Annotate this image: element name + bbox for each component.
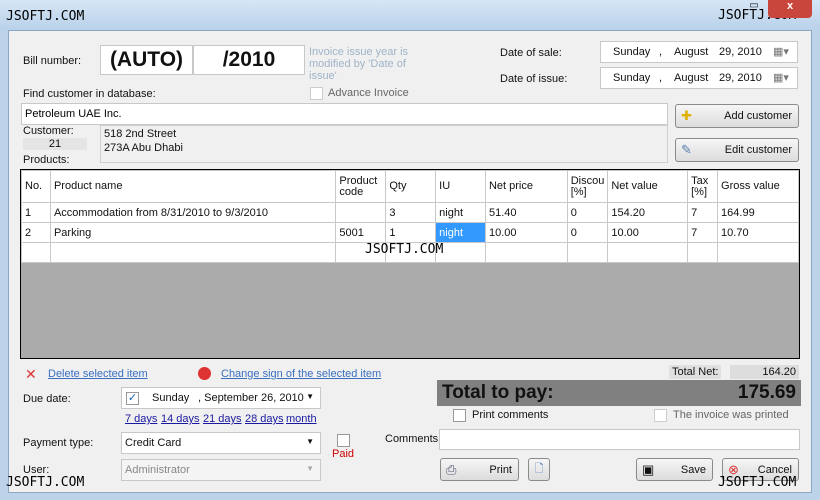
chevron-down-icon: ▼ <box>306 464 314 473</box>
table-cell[interactable]: 1 <box>21 202 51 223</box>
table-cell[interactable] <box>49 242 337 263</box>
comments-input[interactable] <box>439 429 800 450</box>
table-cell[interactable]: 7 <box>687 222 719 243</box>
edit-customer-button[interactable]: ✎ Edit customer <box>675 138 799 162</box>
table-cell[interactable] <box>607 242 689 263</box>
watermark: JSOFTJ.COM <box>6 475 85 490</box>
date-of-sale-label: Date of sale: <box>500 47 562 59</box>
find-customer-label: Find customer in database: <box>23 88 156 100</box>
customer-search-input[interactable] <box>21 103 668 125</box>
chevron-down-icon[interactable]: ▼ <box>306 392 314 401</box>
print-button[interactable]: ⎙ Print <box>440 458 519 481</box>
print-comments-label: Print comments <box>472 409 549 421</box>
table-cell[interactable]: 2 <box>21 222 51 243</box>
table-cell[interactable] <box>484 242 568 263</box>
watermark: JSOFTJ.COM <box>718 475 797 490</box>
table-cell[interactable]: Parking <box>49 222 337 243</box>
table-cell[interactable]: 154.20 <box>607 202 689 223</box>
quick-month[interactable]: month <box>286 413 317 425</box>
quick-7-days[interactable]: 7 days <box>125 413 157 425</box>
table-row[interactable]: 2 Parking 5001 1 night 10.00 0 10.00 7 10.70 <box>21 222 799 243</box>
table-cell[interactable]: Accommodation from 8/31/2010 to 9/3/2010 <box>49 202 337 223</box>
calendar-icon[interactable]: ▦▾ <box>773 45 789 58</box>
quick-21-days[interactable]: 21 days <box>203 413 242 425</box>
table-cell[interactable]: 0 <box>566 222 609 243</box>
table-cell[interactable] <box>566 242 609 263</box>
date-of-issue-picker[interactable]: Sunday , August 29, 2010 ▦▾ <box>600 67 798 89</box>
table-cell[interactable]: 10.00 <box>607 222 689 243</box>
paid-checkbox[interactable] <box>337 434 350 447</box>
table-cell[interactable]: 3 <box>385 202 437 223</box>
title-bar <box>0 0 820 30</box>
printer-icon: ⎙ <box>446 462 457 477</box>
watermark: JSOFTJ.COM <box>365 242 444 257</box>
change-sign-link[interactable]: Change sign of the selected item <box>221 368 381 380</box>
floppy-icon: ▣ <box>642 462 655 477</box>
invoice-printed-checkbox[interactable] <box>654 409 667 422</box>
table-cell[interactable] <box>21 242 51 263</box>
table-cell[interactable]: night <box>435 222 486 243</box>
user-select: Administrator ▼ <box>121 459 321 481</box>
print-comments-checkbox[interactable] <box>453 409 466 422</box>
maximize-button[interactable]: ▭ <box>740 0 768 18</box>
minimize-button[interactable] <box>712 0 740 18</box>
payment-type-label: Payment type: <box>23 437 94 449</box>
table-cell[interactable]: 10.70 <box>717 222 799 243</box>
table-cell[interactable]: night <box>435 202 486 223</box>
plus-icon: ✚ <box>681 108 692 123</box>
chevron-down-icon: ▼ <box>306 437 314 446</box>
table-cell[interactable]: 164.99 <box>717 202 799 223</box>
quick-28-days[interactable]: 28 days <box>245 413 284 425</box>
save-button[interactable]: ▣ Save <box>636 458 713 481</box>
date-of-issue-label: Date of issue: <box>500 73 568 85</box>
table-row[interactable]: 1 Accommodation from 8/31/2010 to 9/3/201… <box>21 202 799 223</box>
add-customer-button[interactable]: ✚ Add customer <box>675 104 799 128</box>
payment-type-select[interactable]: Credit Card ▼ <box>121 432 321 454</box>
customer-address: 518 2nd Street 273A Abu Dhabi <box>100 125 668 163</box>
edit-icon: ✎ <box>681 142 692 157</box>
due-date-checkbox[interactable]: ✓ <box>126 392 139 405</box>
products-label: Products: <box>23 154 70 166</box>
bill-number-field[interactable]: (AUTO) <box>100 45 193 75</box>
print-preview-button[interactable]: 🗋 <box>528 458 550 481</box>
total-net-label: Total Net: <box>669 365 722 379</box>
due-date-label: Due date: <box>23 393 71 405</box>
bill-number-label: Bill number: <box>23 55 82 67</box>
invoice-printed-label: The invoice was printed <box>673 409 789 421</box>
table-cell[interactable]: 7 <box>687 202 719 223</box>
table-cell[interactable]: 0 <box>566 202 609 223</box>
calendar-icon[interactable]: ▦▾ <box>773 71 789 84</box>
table-cell[interactable] <box>717 242 799 263</box>
delete-icon: ✕ <box>25 366 37 382</box>
comments-label: Comments: <box>385 433 442 445</box>
delete-selected-item-link[interactable]: Delete selected item <box>48 368 148 380</box>
table-cell[interactable] <box>335 202 387 223</box>
advance-invoice-label: Advance Invoice <box>328 87 409 99</box>
table-cell[interactable]: 51.40 <box>484 202 568 223</box>
change-sign-icon <box>198 367 211 380</box>
table-cell[interactable] <box>687 242 719 263</box>
paid-label: Paid <box>332 448 355 460</box>
advance-invoice-checkbox[interactable] <box>310 87 323 100</box>
total-to-pay-panel: Total to pay: 175.69 <box>437 380 801 406</box>
close-button[interactable]: x <box>768 0 812 18</box>
year-note: Invoice issue year is modified by 'Date … <box>309 46 409 82</box>
date-of-sale-picker[interactable]: Sunday , August 29, 2010 ▦▾ <box>600 41 798 63</box>
preview-icon: 🗋 <box>534 463 544 475</box>
total-net-value: 164.20 <box>730 365 799 379</box>
watermark: JSOFTJ.COM <box>6 9 85 24</box>
customer-id: 21 <box>23 138 87 150</box>
table-cell[interactable]: 1 <box>385 222 437 243</box>
due-date-picker[interactable]: ✓ Sunday , September 26, 2010 ▼ <box>121 387 321 409</box>
table-cell[interactable]: 10.00 <box>484 222 568 243</box>
table-header: No. Product name Product code Qty IU Net… <box>21 170 799 203</box>
table-cell[interactable]: 5001 <box>335 222 387 243</box>
bill-year-field[interactable]: /2010 <box>193 45 305 75</box>
customer-label: Customer: <box>23 125 74 137</box>
quick-14-days[interactable]: 14 days <box>161 413 200 425</box>
